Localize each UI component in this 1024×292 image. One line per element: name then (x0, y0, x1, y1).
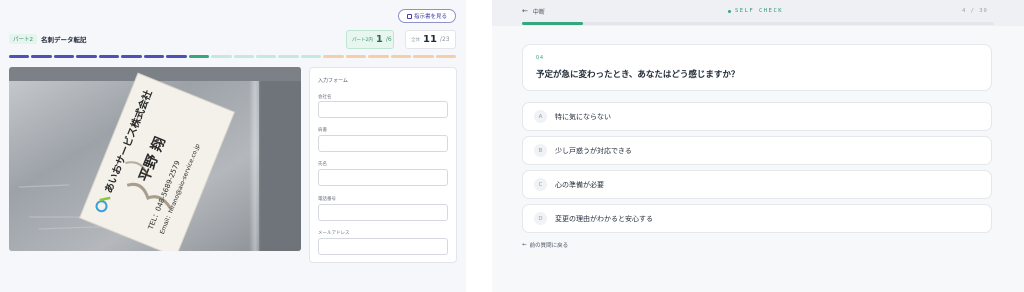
progress-segment (166, 55, 187, 58)
progress-segment (300, 55, 322, 58)
option-d[interactable]: D 変更の理由がわかると安心する (522, 204, 992, 233)
progress-segment (211, 55, 232, 58)
option-c[interactable]: C 心の準備が必要 (522, 170, 992, 199)
progress-segment (413, 55, 434, 58)
option-text: 少し戸惑うが対応できる (555, 146, 632, 155)
arrow-left-icon: ← (522, 7, 528, 15)
question-card: Q4 予定が急に変わったとき、あなたはどう感じますか？ (522, 44, 992, 91)
overall-counter-current: 11 (423, 34, 437, 45)
progress-segment (233, 55, 254, 58)
form-title: 入力フォーム (318, 78, 348, 84)
option-letter: A (534, 110, 547, 123)
option-letter: B (534, 144, 547, 157)
company-field-label: 会社名 (318, 95, 332, 100)
phone-field-label: 電話番号 (318, 197, 336, 202)
instructions-button[interactable]: 指示書を見る (398, 9, 456, 23)
company-field[interactable] (318, 101, 448, 118)
interrupt-label: 中断 (532, 8, 545, 16)
progress-segment (143, 55, 165, 58)
interrupt-button[interactable]: ← 中断 (522, 5, 545, 17)
email-field[interactable] (318, 238, 448, 255)
document-icon (406, 13, 412, 19)
progress-segment (53, 55, 75, 58)
question-progress-bar (522, 22, 994, 25)
part-counter-label: パート2内 (352, 37, 373, 43)
task-progress-segments (9, 55, 457, 58)
overall-counter-label: 全体 (411, 37, 420, 43)
question-number: Q4 (536, 55, 545, 61)
option-b[interactable]: B 少し戸惑うが対応できる (522, 136, 992, 165)
name-field-label: 氏名 (318, 162, 327, 167)
overall-counter: 全体 11 /23 (405, 30, 456, 49)
option-letter: D (534, 212, 547, 225)
question-text: 予定が急に変わったとき、あなたはどう感じますか？ (536, 70, 740, 80)
self-check-label: SELF CHECK (728, 5, 783, 17)
data-entry-panel: 指示書を見る パート2 名刺データ転記 パート2内 1 /6 全体 11 /23 (0, 0, 466, 292)
back-label: 前の質問に戻る (529, 243, 569, 249)
progress-segment (435, 55, 457, 58)
name-field[interactable] (318, 169, 448, 186)
business-card-photo: あいおサービス株式会社 平野 翔 TEL：048-5689-2579 Email… (9, 67, 301, 251)
question-count: 4 / 30 (962, 8, 988, 14)
progress-segment (255, 55, 277, 58)
input-form: 入力フォーム 会社名 肩書 氏名 電話番号 メールアドレス (309, 67, 457, 263)
part-tag: パート2 (9, 34, 37, 44)
option-text: 心の準備が必要 (555, 180, 604, 189)
progress-segment (121, 55, 142, 58)
page-title: 名刺データ転記 (41, 36, 87, 44)
part-counter: パート2内 1 /6 (346, 30, 394, 49)
phone-field[interactable] (318, 204, 448, 221)
email-field-label: メールアドレス (318, 231, 350, 236)
progress-segment (345, 55, 367, 58)
self-check-text: SELF CHECK (735, 8, 784, 14)
self-check-panel: ← 中断 SELF CHECK 4 / 30 Q4 予定が急に変わったとき、あな… (492, 0, 1024, 292)
progress-segment (31, 55, 52, 58)
option-letter: C (534, 178, 547, 191)
job-title-field-label: 肩書 (318, 128, 327, 133)
part-counter-total: /6 (385, 36, 392, 43)
job-title-field[interactable] (318, 135, 448, 152)
back-to-previous-link[interactable]: ← 前の質問に戻る (522, 240, 568, 250)
option-text: 特に気にならない (555, 112, 611, 121)
progress-segment (188, 55, 210, 58)
progress-segment (76, 55, 97, 58)
progress-segment (278, 55, 299, 58)
option-a[interactable]: A 特に気にならない (522, 102, 992, 131)
arrow-left-icon: ← (522, 242, 527, 248)
progress-segment (323, 55, 344, 58)
option-text: 変更の理由がわかると安心する (555, 214, 653, 223)
progress-segment (9, 55, 30, 58)
progress-segment (390, 55, 412, 58)
question-progress-fill (522, 22, 584, 25)
overall-counter-total: /23 (439, 36, 450, 43)
progress-segment (98, 55, 120, 58)
part-counter-current: 1 (375, 34, 383, 45)
panel-divider (466, 0, 492, 292)
instructions-button-label: 指示書を見る (413, 14, 447, 20)
status-dot-icon (728, 9, 731, 13)
progress-segment (368, 55, 389, 58)
